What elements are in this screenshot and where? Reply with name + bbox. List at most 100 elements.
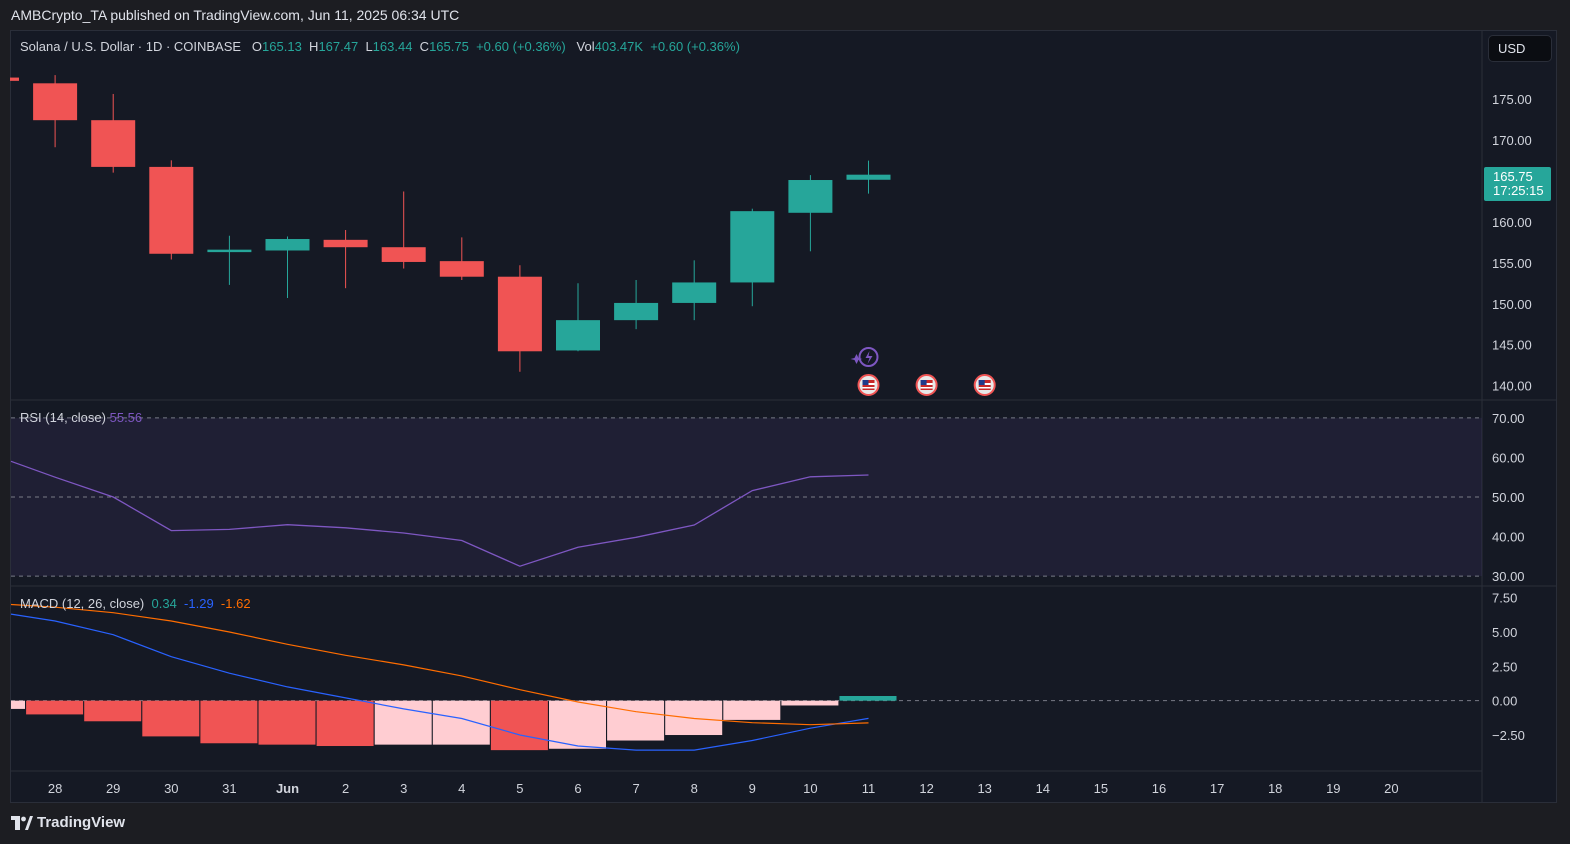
symbol-title[interactable]: Solana / U.S. Dollar · 1D · COINBASE	[20, 39, 241, 54]
time-axis-tick: Jun	[276, 781, 299, 796]
bar-countdown: 17:25:15	[1493, 183, 1544, 198]
macd-histogram-bar[interactable]	[490, 700, 548, 751]
candle[interactable]	[439, 261, 484, 277]
price-axis-tick: 150.00	[1492, 297, 1532, 312]
rsi-legend[interactable]: RSI (14, close) 55.56	[20, 410, 142, 425]
tradingview-logo-icon	[11, 815, 33, 830]
volume-value: 403.47K	[594, 39, 644, 54]
open-label: O	[251, 39, 263, 54]
close-value: 165.75	[429, 39, 469, 54]
macd-histogram-bar[interactable]	[723, 700, 781, 720]
candle[interactable]	[846, 174, 891, 180]
time-axis-tick: 18	[1268, 781, 1282, 796]
macd-histogram-bar[interactable]	[607, 700, 665, 741]
price-axis-tick: 175.00	[1492, 92, 1532, 107]
time-axis-tick: 8	[691, 781, 698, 796]
time-axis-tick: 15	[1094, 781, 1108, 796]
flag-canton	[862, 380, 869, 385]
macd-histogram-bar[interactable]	[374, 700, 432, 745]
macd-histogram-bar[interactable]	[316, 700, 374, 747]
time-axis-tick: 19	[1326, 781, 1340, 796]
open-value: 165.13	[262, 39, 302, 54]
close-label: C	[419, 39, 430, 54]
time-axis-tick: 17	[1210, 781, 1224, 796]
time-axis-tick: 16	[1152, 781, 1166, 796]
flag-canton	[978, 380, 985, 385]
candle[interactable]	[265, 239, 310, 251]
low-value: 163.44	[372, 39, 413, 54]
macd-histogram-bar[interactable]	[258, 700, 316, 745]
time-axis-tick: 10	[803, 781, 817, 796]
last-price-tag: 165.75 17:25:15	[1484, 167, 1551, 201]
low-label: L	[365, 39, 373, 54]
candle[interactable]	[556, 320, 600, 351]
candle[interactable]	[788, 180, 833, 213]
volume-label: Vol	[576, 39, 595, 54]
rsi-axis-tick: 70.00	[1492, 411, 1525, 426]
flag-stripe	[862, 387, 875, 389]
currency-button[interactable]: USD	[1488, 35, 1552, 62]
chart-svg[interactable]: 175.00170.00165.00160.00155.00150.00145.…	[0, 0, 1570, 844]
change-value: +0.60 (+0.36%)	[476, 39, 566, 54]
candle[interactable]	[730, 211, 775, 283]
time-axis-tick: 3	[400, 781, 407, 796]
macd-legend[interactable]: MACD (12, 26, close) 0.34 -1.29 -1.62	[20, 596, 251, 611]
time-axis-tick: 11	[862, 781, 876, 796]
time-axis-tick: 4	[458, 781, 465, 796]
candle[interactable]	[33, 83, 78, 121]
macd-histogram-bar[interactable]	[11, 700, 25, 709]
rsi-axis-tick: 50.00	[1492, 490, 1525, 505]
macd-axis-tick: 0.00	[1492, 694, 1517, 709]
candle[interactable]	[381, 247, 426, 262]
time-axis-tick: 30	[164, 781, 178, 796]
left-mask	[0, 31, 10, 803]
macd-histogram-bar[interactable]	[142, 700, 200, 737]
macd-axis-tick: 5.00	[1492, 625, 1517, 640]
macd-axis-tick: 7.50	[1492, 591, 1517, 606]
rsi-axis-tick: 30.00	[1492, 569, 1525, 584]
time-axis-tick: 29	[106, 781, 120, 796]
time-axis-tick: 31	[222, 781, 236, 796]
macd-histogram-bar[interactable]	[432, 700, 490, 745]
price-axis-tick: 145.00	[1492, 338, 1532, 353]
time-axis-tick: 7	[632, 781, 639, 796]
candle[interactable]	[91, 120, 136, 167]
macd-histogram-bar[interactable]	[839, 696, 897, 701]
price-axis-tick: 155.00	[1492, 256, 1532, 271]
macd-histogram-bar[interactable]	[84, 700, 142, 722]
macd-signal-value: -1.62	[220, 596, 251, 611]
price-axis-tick: 170.00	[1492, 133, 1532, 148]
candle[interactable]	[672, 282, 717, 303]
time-axis-tick: 14	[1036, 781, 1050, 796]
time-axis-tick: 9	[749, 781, 756, 796]
price-axis-tick: 140.00	[1492, 379, 1532, 394]
rsi-axis-tick: 60.00	[1492, 450, 1525, 465]
macd-label: MACD (12, 26, close)	[20, 596, 145, 611]
last-price: 165.75	[1493, 169, 1533, 184]
footer-brand: TradingView	[37, 814, 126, 831]
candle[interactable]	[497, 276, 542, 352]
tradingview-logo[interactable]: TradingView	[11, 814, 125, 831]
candle[interactable]	[149, 166, 194, 254]
rsi-axis-tick: 40.00	[1492, 530, 1525, 545]
high-value: 167.47	[318, 39, 359, 54]
volume-change: +0.60 (+0.36%)	[650, 39, 740, 54]
time-axis-tick: 5	[516, 781, 523, 796]
candle[interactable]	[323, 239, 368, 248]
candle[interactable]	[614, 302, 659, 321]
candle[interactable]	[207, 249, 252, 253]
time-axis-tick: 13	[977, 781, 991, 796]
price-axis-tick: 160.00	[1492, 215, 1532, 230]
rsi-value: 55.56	[109, 410, 143, 425]
symbol-legend: Solana / U.S. Dollar · 1D · COINBASE O16…	[20, 39, 740, 54]
time-axis-tick: 28	[48, 781, 62, 796]
rsi-label: RSI (14, close)	[20, 410, 106, 425]
time-axis-tick: 20	[1384, 781, 1398, 796]
time-axis-tick: 12	[919, 781, 933, 796]
macd-histogram-bar[interactable]	[781, 700, 839, 706]
macd-histogram-bar[interactable]	[200, 700, 258, 744]
macd-axis-tick: 2.50	[1492, 659, 1517, 674]
flag-stripe	[978, 387, 991, 389]
macd-line-value: -1.29	[184, 596, 214, 611]
macd-histogram-bar[interactable]	[26, 700, 84, 715]
